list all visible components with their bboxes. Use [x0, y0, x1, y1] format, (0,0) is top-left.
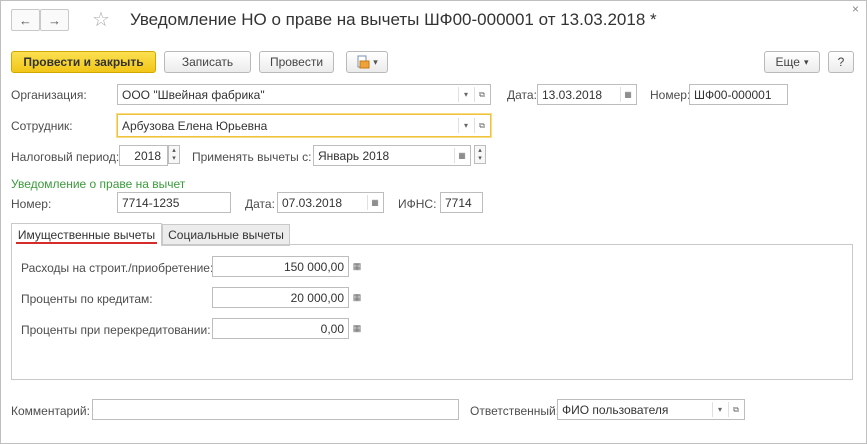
comment-field[interactable]	[92, 399, 459, 420]
open-form-icon[interactable]: ⧉	[474, 87, 489, 102]
organization-field[interactable]: ООО "Швейная фабрика" ▾ ⧉	[117, 84, 491, 105]
print-menu-button[interactable]: ▾	[346, 51, 388, 73]
calendar-icon[interactable]: ▦	[367, 195, 382, 210]
calculator-icon[interactable]: ▦	[350, 288, 364, 307]
dropdown-arrow-icon[interactable]: ▾	[712, 402, 727, 417]
arrow-left-icon: ←	[19, 12, 32, 28]
employee-label: Сотрудник:	[11, 119, 73, 133]
refinancing-interest-label: Проценты при перекредитовании:	[21, 323, 211, 337]
dropdown-arrow-icon[interactable]: ▾	[458, 87, 473, 102]
apply-from-field[interactable]: Январь 2018 ▦	[313, 145, 471, 166]
date-label: Дата:	[507, 88, 537, 102]
page-title: Уведомление НО о праве на вычеты ШФ00-00…	[130, 10, 657, 29]
date-field[interactable]: 13.03.2018 ▦	[537, 84, 637, 105]
construction-expenses-field[interactable]: 150 000,00	[212, 256, 349, 277]
refinancing-interest-field[interactable]: 0,00	[212, 318, 349, 339]
calendar-icon[interactable]: ▦	[620, 87, 635, 102]
comment-label: Комментарий:	[11, 404, 90, 418]
ifns-label: ИФНС:	[398, 197, 437, 211]
year-stepper-icon[interactable]: ▴ ▾	[168, 145, 180, 164]
loan-interest-field[interactable]: 20 000,00	[212, 287, 349, 308]
apply-from-label: Применять вычеты с:	[192, 150, 312, 164]
arrow-right-icon: →	[48, 12, 61, 28]
construction-expenses-label: Расходы на строит./приобретение:	[21, 261, 214, 275]
calculator-icon[interactable]: ▦	[350, 319, 364, 338]
organization-label: Организация:	[11, 88, 87, 102]
responsible-label: Ответственный:	[470, 404, 560, 418]
notice-number-field[interactable]: 7714-1235	[117, 192, 231, 213]
number-field[interactable]: ШФ00-000001	[689, 84, 788, 105]
close-icon[interactable]: ×	[852, 2, 859, 16]
notice-section-title: Уведомление о праве на вычет	[11, 177, 186, 191]
tax-period-label: Налоговый период:	[11, 150, 120, 164]
month-stepper-icon[interactable]: ▴ ▾	[474, 145, 486, 164]
active-tab-underline	[16, 242, 157, 244]
favorite-star-icon[interactable]: ☆	[92, 7, 110, 32]
forward-button[interactable]: →	[40, 9, 69, 31]
employee-field[interactable]: Арбузова Елена Юрьевна ▾ ⧉	[117, 114, 491, 137]
help-button[interactable]: ?	[828, 51, 854, 73]
chevron-down-icon: ▾	[803, 56, 809, 67]
back-button[interactable]: ←	[11, 9, 40, 31]
calculator-icon[interactable]: ▦	[350, 257, 364, 276]
ifns-field[interactable]: 7714	[440, 192, 483, 213]
loan-interest-label: Проценты по кредитам:	[21, 292, 153, 306]
open-form-icon[interactable]: ⧉	[728, 402, 743, 417]
chevron-down-icon: ▾	[373, 56, 378, 67]
notice-date-field[interactable]: 07.03.2018 ▦	[277, 192, 384, 213]
open-form-icon[interactable]: ⧉	[474, 118, 489, 133]
dropdown-arrow-icon[interactable]: ▾	[458, 118, 473, 133]
post-and-close-button[interactable]: Провести и закрыть	[11, 51, 156, 73]
number-label: Номер:	[650, 88, 691, 102]
more-button[interactable]: Еще ▾	[764, 51, 820, 73]
tax-period-field[interactable]: 2018	[119, 145, 168, 166]
notice-date-label: Дата:	[245, 197, 275, 211]
document-create-icon	[357, 55, 370, 69]
notice-number-label: Номер:	[11, 197, 52, 211]
tab-social-deductions[interactable]: Социальные вычеты	[162, 224, 290, 246]
calendar-icon[interactable]: ▦	[454, 148, 469, 163]
post-button[interactable]: Провести	[259, 51, 334, 73]
save-button[interactable]: Записать	[164, 51, 251, 73]
responsible-field[interactable]: ФИО пользователя ▾ ⧉	[557, 399, 745, 420]
